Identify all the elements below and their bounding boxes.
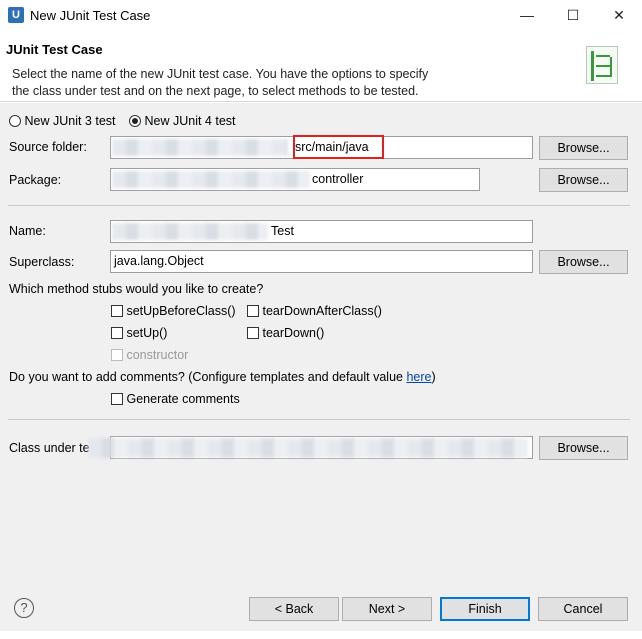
highlight-box [293, 135, 384, 159]
generate-comments-option[interactable]: Generate comments [111, 392, 240, 406]
name-value: Test [271, 224, 294, 238]
teardown-checkbox[interactable] [247, 327, 259, 339]
setupbeforeclass-label: setUpBeforeClass() [126, 304, 236, 318]
name-label: Name: [9, 224, 46, 238]
next-button[interactable]: Next > [342, 597, 432, 621]
redacted-region [112, 139, 288, 156]
redacted-region [88, 438, 528, 458]
comments-close-paren: ) [431, 370, 436, 384]
constructor-checkbox [111, 349, 123, 361]
class-under-test-browse-button[interactable]: Browse... [539, 436, 628, 460]
superclass-browse-button[interactable]: Browse... [539, 250, 628, 274]
generate-comments-label: Generate comments [126, 392, 240, 406]
constructor-option: constructor [111, 348, 188, 362]
finish-button[interactable]: Finish [440, 597, 530, 621]
minimize-icon[interactable]: — [504, 0, 550, 30]
banner-title: JUnit Test Case [6, 42, 103, 57]
redacted-region [112, 223, 268, 240]
junit3-label: New JUnit 3 test [24, 114, 116, 128]
source-folder-label: Source folder: [9, 140, 87, 154]
package-label: Package: [9, 173, 62, 187]
junit4-label: New JUnit 4 test [144, 114, 236, 128]
superclass-label: Superclass: [9, 255, 75, 269]
stubs-question: Which method stubs would you like to cre… [9, 282, 264, 296]
teardownafterclass-label: tearDownAfterClass() [262, 304, 382, 318]
package-value: controller [312, 172, 364, 186]
setup-label: setUp() [126, 326, 168, 340]
redacted-region [112, 171, 310, 188]
setupbeforeclass-checkbox[interactable] [111, 305, 123, 317]
maximize-icon[interactable]: ☐ [550, 0, 596, 30]
title-bar: U New JUnit Test Case — ☐ ✕ [0, 0, 642, 32]
source-folder-browse-button[interactable]: Browse... [539, 136, 628, 160]
constructor-label: constructor [126, 348, 189, 362]
teardownafterclass-option[interactable]: tearDownAfterClass() [247, 304, 382, 318]
class-under-test-label: Class under te [9, 441, 90, 455]
junit4-radio-option[interactable]: New JUnit 4 test [129, 114, 236, 128]
comments-question: Do you want to add comments? (Configure … [9, 370, 436, 384]
banner-description: Select the name of the new JUnit test ca… [12, 66, 472, 100]
package-browse-button[interactable]: Browse... [539, 168, 628, 192]
window-title: New JUnit Test Case [30, 8, 151, 23]
separator [8, 205, 630, 206]
junit-app-icon: U [8, 7, 24, 23]
wizard-banner: JUnit Test Case Select the name of the n… [0, 32, 642, 102]
teardown-label: tearDown() [262, 326, 325, 340]
close-icon[interactable]: ✕ [596, 0, 642, 30]
junit-wizard-icon [586, 46, 618, 84]
back-button[interactable]: < Back [249, 597, 339, 621]
junit3-radio-option[interactable]: New JUnit 3 test [9, 114, 116, 128]
junit4-radio[interactable] [129, 115, 141, 127]
help-icon[interactable]: ? [14, 598, 34, 618]
banner-description-line1: Select the name of the new JUnit test ca… [12, 67, 429, 81]
separator [8, 419, 630, 420]
window-bottom-edge [0, 631, 642, 639]
setup-option[interactable]: setUp() [111, 326, 167, 340]
superclass-field[interactable]: java.lang.Object [110, 250, 533, 273]
generate-comments-checkbox[interactable] [111, 393, 123, 405]
setupbeforeclass-option[interactable]: setUpBeforeClass() [111, 304, 236, 318]
teardown-option[interactable]: tearDown() [247, 326, 324, 340]
comments-question-text: Do you want to add comments? (Configure … [9, 370, 407, 384]
teardownafterclass-checkbox[interactable] [247, 305, 259, 317]
cancel-button[interactable]: Cancel [538, 597, 628, 621]
banner-description-line2: the class under test and on the next pag… [12, 84, 419, 98]
configure-templates-link[interactable]: here [406, 370, 431, 384]
junit3-radio[interactable] [9, 115, 21, 127]
setup-checkbox[interactable] [111, 327, 123, 339]
